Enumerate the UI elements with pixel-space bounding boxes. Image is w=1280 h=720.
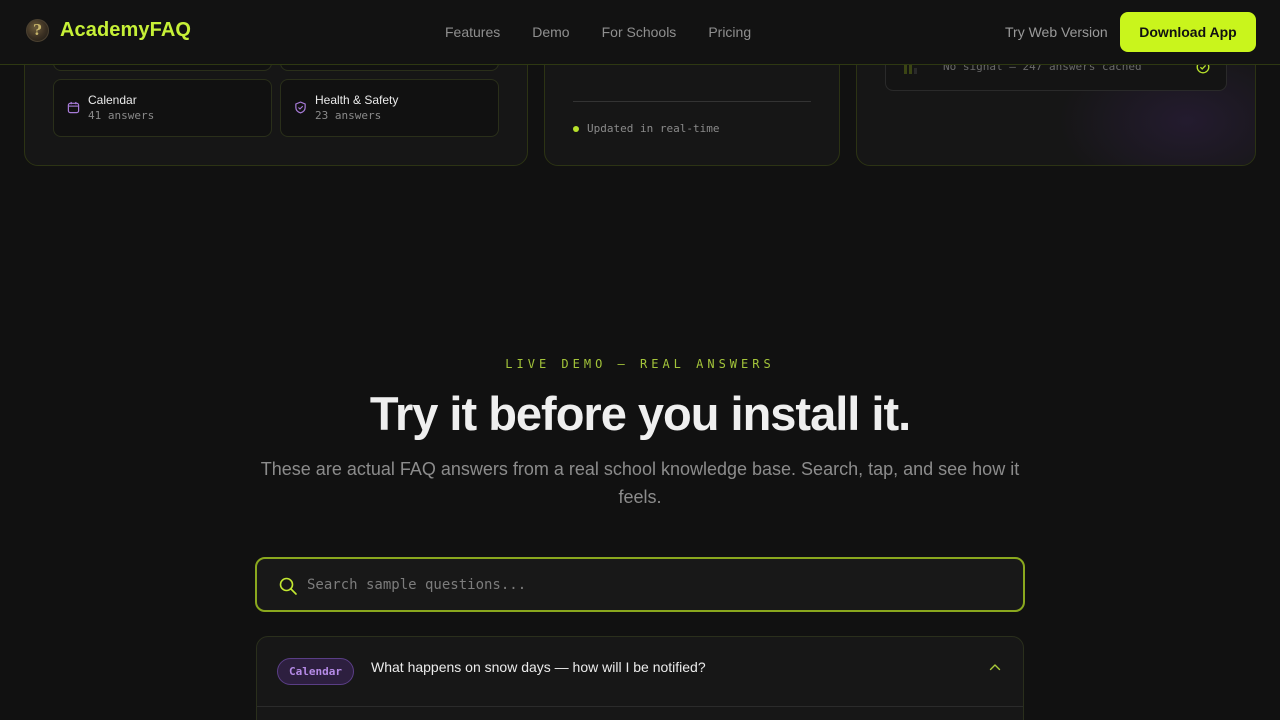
- search-input[interactable]: [307, 571, 997, 599]
- chevron-up-icon[interactable]: [988, 660, 1002, 674]
- nav-link-for-schools[interactable]: For Schools: [602, 24, 677, 40]
- category-count: 23 answers: [315, 109, 382, 122]
- brand-logo[interactable]: AcademyFAQ: [26, 19, 191, 42]
- download-app-button[interactable]: Download App: [1120, 12, 1256, 52]
- category-tile-calendar[interactable]: Calendar 41 answers: [53, 79, 272, 137]
- brand-name: AcademyFAQ: [60, 19, 192, 41]
- category-title: Calendar: [88, 93, 137, 107]
- category-count: 41 answers: [88, 109, 155, 122]
- section-subtitle: These are actual FAQ answers from a real…: [260, 459, 1020, 507]
- nav-link-features[interactable]: Features: [445, 24, 500, 40]
- faq-item[interactable]: Calendar What happens on snow days — how…: [256, 636, 1024, 720]
- section-headline: Try it before you install it.: [369, 387, 911, 440]
- faq-question[interactable]: What happens on snow days — how will I b…: [371, 659, 706, 675]
- search-icon: [279, 577, 297, 595]
- nav-link-pricing[interactable]: Pricing: [708, 24, 751, 40]
- try-web-version-link[interactable]: Try Web Version: [1005, 24, 1108, 40]
- section-eyebrow: LIVE DEMO — REAL ANSWERS: [505, 357, 775, 371]
- nav-link-demo[interactable]: Demo: [532, 24, 569, 40]
- faq-search-box: [255, 557, 1025, 612]
- top-navbar: AcademyFAQ Features Demo For Schools Pri…: [0, 0, 1280, 65]
- divider: [573, 101, 811, 102]
- category-tile-health-safety[interactable]: Health & Safety 23 answers: [280, 79, 499, 137]
- logo-icon: [26, 19, 49, 42]
- faq-divider: [257, 706, 1023, 707]
- live-dot-icon: [573, 126, 579, 132]
- calendar-icon: [67, 101, 80, 114]
- category-title: Health & Safety: [315, 93, 399, 107]
- faq-category-badge: Calendar: [277, 658, 354, 685]
- shield-icon: [295, 101, 306, 114]
- updated-status: Updated in real-time: [587, 122, 720, 135]
- nav-links: Features Demo For Schools Pricing: [445, 24, 783, 40]
